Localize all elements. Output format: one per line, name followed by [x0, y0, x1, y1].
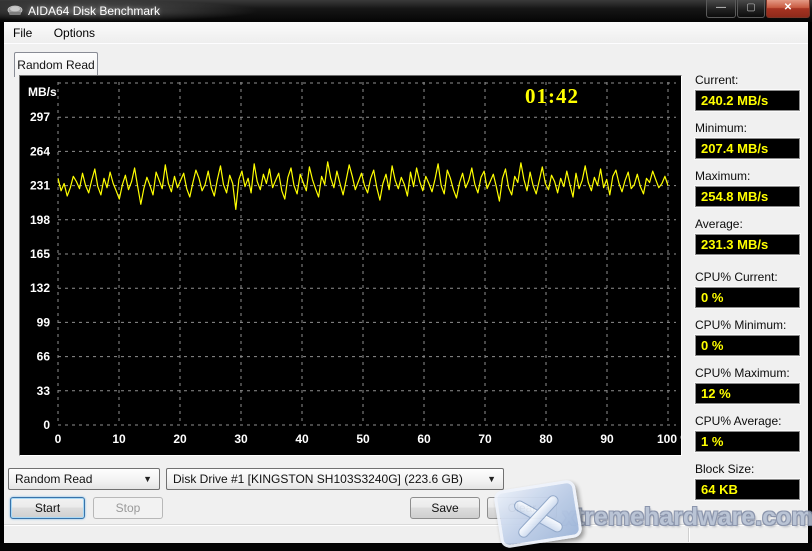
stat-label-cpu-current: CPU% Current:: [695, 270, 778, 284]
stat-value-cpu-current: 0 %: [695, 287, 800, 308]
window-title: AIDA64 Disk Benchmark: [28, 4, 161, 18]
stat-value-minimum: 207.4 MB/s: [695, 138, 800, 159]
benchmark-chart-container: 0 33 66 99 132 165 198 231 264 297 0 10 20 30 40 50 60 70…: [19, 75, 691, 456]
watermark-text: xtremehardware.com: [562, 503, 812, 531]
stat-value-cpu-minimum: 0 %: [695, 335, 800, 356]
svg-text:80: 80: [539, 432, 553, 446]
chart-unit-label: MB/s: [28, 85, 57, 99]
app-icon: [7, 5, 23, 15]
minimize-button[interactable]: —: [706, 0, 736, 18]
svg-text:33: 33: [37, 384, 51, 398]
stop-button[interactable]: Stop: [93, 497, 163, 519]
benchmark-type-value: Random Read: [15, 472, 93, 486]
save-button[interactable]: Save: [410, 497, 480, 519]
svg-text:40: 40: [295, 432, 309, 446]
svg-text:264: 264: [30, 144, 50, 158]
stat-value-block-size: 64 KB: [695, 479, 800, 500]
svg-text:70: 70: [478, 432, 492, 446]
aida64-disk-benchmark-window: AIDA64 Disk Benchmark — ▢ ✕ File Options…: [0, 0, 812, 551]
window-bottom-border: [0, 543, 812, 551]
maximize-button[interactable]: ▢: [737, 0, 765, 18]
stat-value-current: 240.2 MB/s: [695, 90, 800, 111]
title-bar[interactable]: AIDA64 Disk Benchmark — ▢ ✕: [0, 0, 812, 22]
svg-text:165: 165: [30, 247, 50, 261]
benchmark-chart: 0 33 66 99 132 165 198 231 264 297 0 10 20 30 40 50 60 70…: [30, 82, 691, 446]
stat-value-average: 231.3 MB/s: [695, 234, 800, 255]
svg-text:50: 50: [356, 432, 370, 446]
chevron-down-icon: ▼: [487, 474, 496, 484]
menu-bar: File Options: [4, 22, 808, 44]
svg-text:99: 99: [37, 315, 51, 329]
svg-text:90: 90: [600, 432, 614, 446]
svg-text:30: 30: [234, 432, 248, 446]
svg-text:10: 10: [112, 432, 126, 446]
stat-label-block-size: Block Size:: [695, 462, 755, 476]
tab-random-read[interactable]: Random Read: [14, 52, 98, 77]
drive-select[interactable]: Disk Drive #1 [KINGSTON SH103S3240G] (22…: [166, 468, 504, 490]
close-button[interactable]: ✕: [766, 0, 810, 18]
stat-value-maximum: 254.8 MB/s: [695, 186, 800, 207]
drive-select-value: Disk Drive #1 [KINGSTON SH103S3240G] (22…: [173, 472, 463, 486]
stat-label-maximum: Maximum:: [695, 169, 751, 183]
stat-label-current: Current:: [695, 73, 739, 87]
start-button[interactable]: Start: [10, 497, 85, 519]
svg-text:198: 198: [30, 213, 50, 227]
svg-text:132: 132: [30, 281, 50, 295]
stat-label-minimum: Minimum:: [695, 121, 748, 135]
svg-text:100 %: 100 %: [657, 432, 681, 446]
svg-text:60: 60: [417, 432, 431, 446]
svg-text:297: 297: [30, 110, 50, 124]
svg-text:66: 66: [37, 350, 51, 364]
stat-label-cpu-minimum: CPU% Minimum:: [695, 318, 787, 332]
menu-file[interactable]: File: [4, 22, 41, 44]
menu-options[interactable]: Options: [45, 22, 104, 44]
stat-value-cpu-maximum: 12 %: [695, 383, 800, 404]
svg-text:0: 0: [55, 432, 62, 446]
benchmark-type-select[interactable]: Random Read ▼: [8, 468, 160, 490]
chevron-down-icon: ▼: [143, 474, 152, 484]
stat-label-average: Average:: [695, 217, 743, 231]
svg-text:20: 20: [173, 432, 187, 446]
stat-label-cpu-maximum: CPU% Maximum:: [695, 366, 790, 380]
stat-label-cpu-average: CPU% Average:: [695, 414, 782, 428]
stat-value-cpu-average: 1 %: [695, 431, 800, 452]
svg-text:0: 0: [43, 418, 50, 432]
elapsed-time: 01:42: [525, 84, 579, 108]
svg-text:231: 231: [30, 179, 50, 193]
